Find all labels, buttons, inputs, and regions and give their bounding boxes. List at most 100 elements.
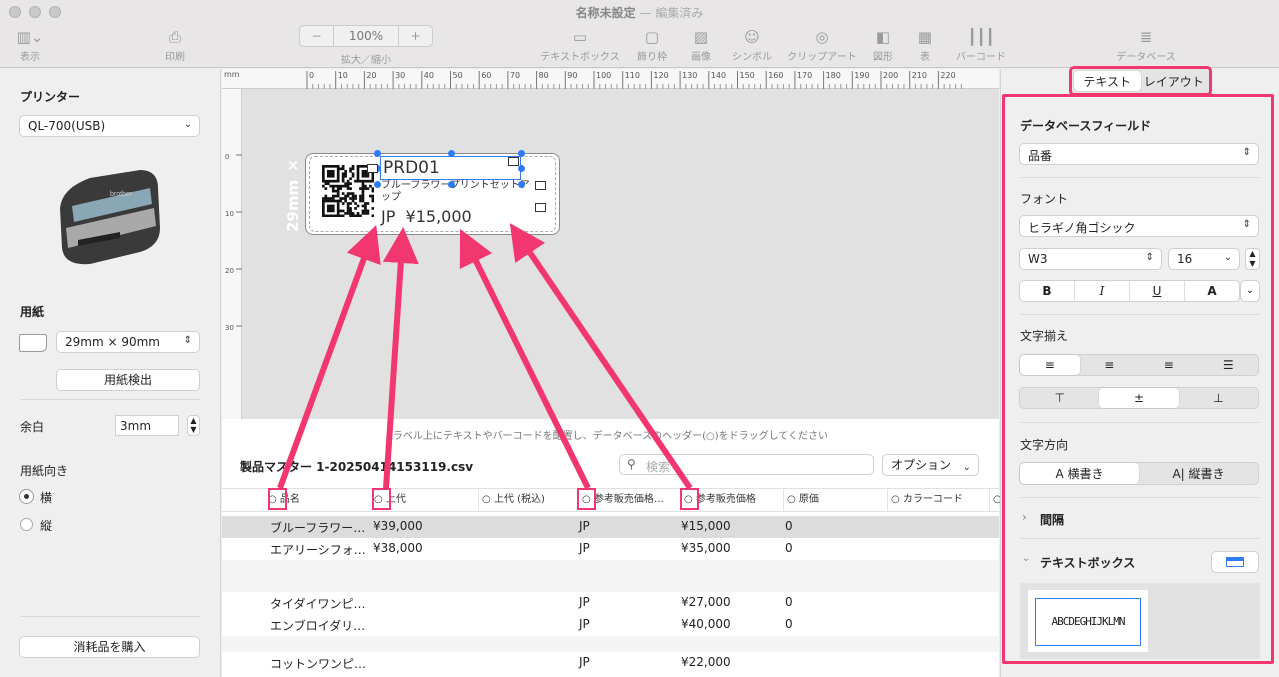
printer-select[interactable]: QL-700(USB) ⌄ [19, 115, 200, 137]
zoom-out-button[interactable]: − [300, 26, 334, 46]
align-top-icon[interactable]: ⊤ [1020, 388, 1099, 408]
table-cell-ref1: JP [579, 519, 590, 533]
chevron-down-icon[interactable]: ⌄ [1022, 553, 1030, 564]
italic-button[interactable]: I [1074, 281, 1129, 301]
bold-button[interactable]: B [1020, 281, 1074, 301]
align-bottom-icon[interactable]: ⊥ [1179, 388, 1258, 408]
ruler-tick-label: 180 [826, 71, 841, 80]
barcode-toolbar-button[interactable]: ┃┃┃ バーコード [951, 26, 1011, 63]
spacing-section[interactable]: 間隔 [1040, 511, 1064, 528]
font-weight-select[interactable]: W3 ⇕ [1019, 248, 1162, 270]
printer-image: brother [60, 170, 160, 265]
margin-input[interactable]: 3mm [115, 415, 179, 436]
label-canvas[interactable] [222, 69, 999, 419]
table-cell-ref2: ¥15,000 [681, 519, 731, 533]
align-middle-icon[interactable]: ± [1099, 388, 1179, 408]
horizontal-writing-icon: A [1055, 466, 1068, 481]
clipart-toolbar-button[interactable]: ◎ クリップアート [784, 26, 860, 63]
text-color-button[interactable]: A [1184, 281, 1239, 301]
ruler-unit: mm [224, 70, 240, 79]
product-code-field[interactable]: PRD01 [380, 156, 521, 180]
svg-text:20: 20 [225, 267, 234, 275]
resize-handle[interactable] [518, 181, 525, 188]
ruler-tick-label: 50 [453, 71, 463, 80]
textbox-shape-button[interactable] [1211, 551, 1259, 573]
zoom-in-button[interactable]: + [398, 26, 432, 46]
price-text: ¥15,000 [405, 207, 472, 226]
table-cell-name: タイダイワンピ… [270, 597, 366, 611]
database-toolbar-button[interactable]: ≣ データベース [1108, 26, 1184, 63]
tab-layout[interactable]: レイアウト [1141, 71, 1208, 91]
tab-text[interactable]: テキスト [1074, 71, 1141, 91]
table-row[interactable]: タイダイワンピ… JP ¥27,000 0 [222, 592, 999, 614]
textbox-toolbar-button[interactable]: ▭ テキストボックス [536, 26, 624, 63]
table-row[interactable]: ブルーフラワー… ¥39,000 JP ¥15,000 0 [222, 516, 999, 538]
table-cell-name: コットンワンピ… [270, 657, 367, 671]
paper-size-select[interactable]: 29mm × 90mm ⇕ [56, 331, 200, 353]
chevron-right-icon[interactable]: › [1022, 510, 1027, 524]
column-header-cost[interactable]: ○ 原価 [783, 489, 819, 511]
print-toolbar-button[interactable]: ⎙ 印刷 [155, 26, 195, 63]
resize-handle[interactable] [448, 181, 455, 188]
ruler-tick-label: 100 [596, 71, 611, 80]
ruler-tick-label: 70 [510, 71, 520, 80]
db-field-select[interactable]: 品番 ⇕ [1019, 143, 1259, 165]
highlight-box [680, 488, 699, 510]
shape-toolbar-button[interactable]: ◧ 図形 [866, 26, 900, 63]
align-center-icon[interactable]: ≡ [1080, 355, 1140, 375]
paper-icon [19, 334, 47, 352]
column-header-color-code[interactable]: ○ カラーコード [887, 489, 963, 511]
font-size-stepper[interactable]: ▲ ▼ [1245, 248, 1260, 270]
table-toolbar-button[interactable]: ▦ 表 [908, 26, 942, 63]
symbol-toolbar-button[interactable]: ☺ シンボル [729, 26, 775, 63]
search-input[interactable]: ⚲ 検索 [619, 454, 874, 475]
more-styles-button[interactable]: ⌄ [1240, 280, 1260, 302]
image-toolbar-button[interactable]: ▨ 画像 [681, 26, 721, 63]
underline-button[interactable]: U [1129, 281, 1184, 301]
align-left-icon[interactable]: ≡ [1020, 355, 1080, 375]
column-header-price-tax[interactable]: ○ 上代 (税込) [478, 489, 545, 511]
font-size-combo[interactable]: 16 ⌄ [1168, 248, 1240, 270]
highlight-box [268, 488, 287, 510]
table-row[interactable]: エンブロイダリ… JP ¥40,000 0 [222, 614, 999, 636]
text-direction-label: 文字方向 [1020, 438, 1069, 452]
options-button[interactable]: オプション ⌄ [882, 454, 979, 476]
table-row[interactable]: エアリーシフォ… ¥38,000 JP ¥35,000 0 [222, 538, 999, 560]
table-cell-ref2: ¥27,000 [681, 595, 731, 609]
detect-paper-button[interactable]: 用紙検出 [56, 369, 200, 391]
resize-handle[interactable] [374, 150, 381, 157]
table-row[interactable] [222, 560, 999, 592]
font-family-select[interactable]: ヒラギノ角ゴシック ⇕ [1019, 215, 1259, 237]
resize-handle[interactable] [448, 150, 455, 157]
align-right-icon[interactable]: ≡ [1139, 355, 1199, 375]
sidebar-icon: ▥⌄ [16, 28, 44, 46]
vertical-writing-button[interactable]: A| 縦書き [1139, 463, 1258, 484]
orientation-landscape-label: 横 [40, 491, 53, 505]
margin-stepper[interactable]: ▲ ▼ [187, 415, 200, 436]
align-justify-icon[interactable]: ☰ [1199, 355, 1259, 375]
orientation-landscape-radio[interactable] [20, 490, 33, 503]
table-row[interactable]: コットンワンピ… JP ¥22,000 [222, 652, 999, 674]
frame-toolbar-button[interactable]: ▢ 飾り枠 [632, 26, 672, 63]
table-cell-cost: 0 [785, 617, 793, 631]
orientation-portrait-radio[interactable] [20, 518, 33, 531]
product-name-field[interactable]: ブルーフラワープリントセットアップ [381, 180, 531, 204]
horizontal-writing-button[interactable]: A 横書き [1020, 463, 1139, 484]
view-toolbar-button[interactable]: ▥⌄ 表示 [10, 26, 50, 63]
alignment-label: 文字揃え [1020, 329, 1069, 343]
resize-handle[interactable] [374, 181, 381, 188]
ruler-tick-label: 170 [797, 71, 812, 80]
table-row[interactable] [222, 636, 999, 652]
buy-supplies-button[interactable]: 消耗品を購入 [19, 636, 200, 658]
resize-handle[interactable] [518, 150, 525, 157]
db-field-label: データベースフィールド [1020, 119, 1152, 133]
ruler-tick-label: 140 [711, 71, 726, 80]
ref-price-field[interactable]: JP ¥15,000 [381, 207, 472, 226]
ruler-tick-label: 0 [309, 71, 314, 80]
vertical-align-group: ⊤ ± ⊥ [1019, 387, 1259, 409]
table-cell-price: ¥38,000 [373, 541, 423, 555]
textbox-section[interactable]: テキストボックス [1040, 554, 1135, 571]
ruler-tick-label: 40 [424, 71, 434, 80]
resize-handle[interactable] [518, 165, 525, 172]
zoom-value: 100% [348, 29, 384, 43]
